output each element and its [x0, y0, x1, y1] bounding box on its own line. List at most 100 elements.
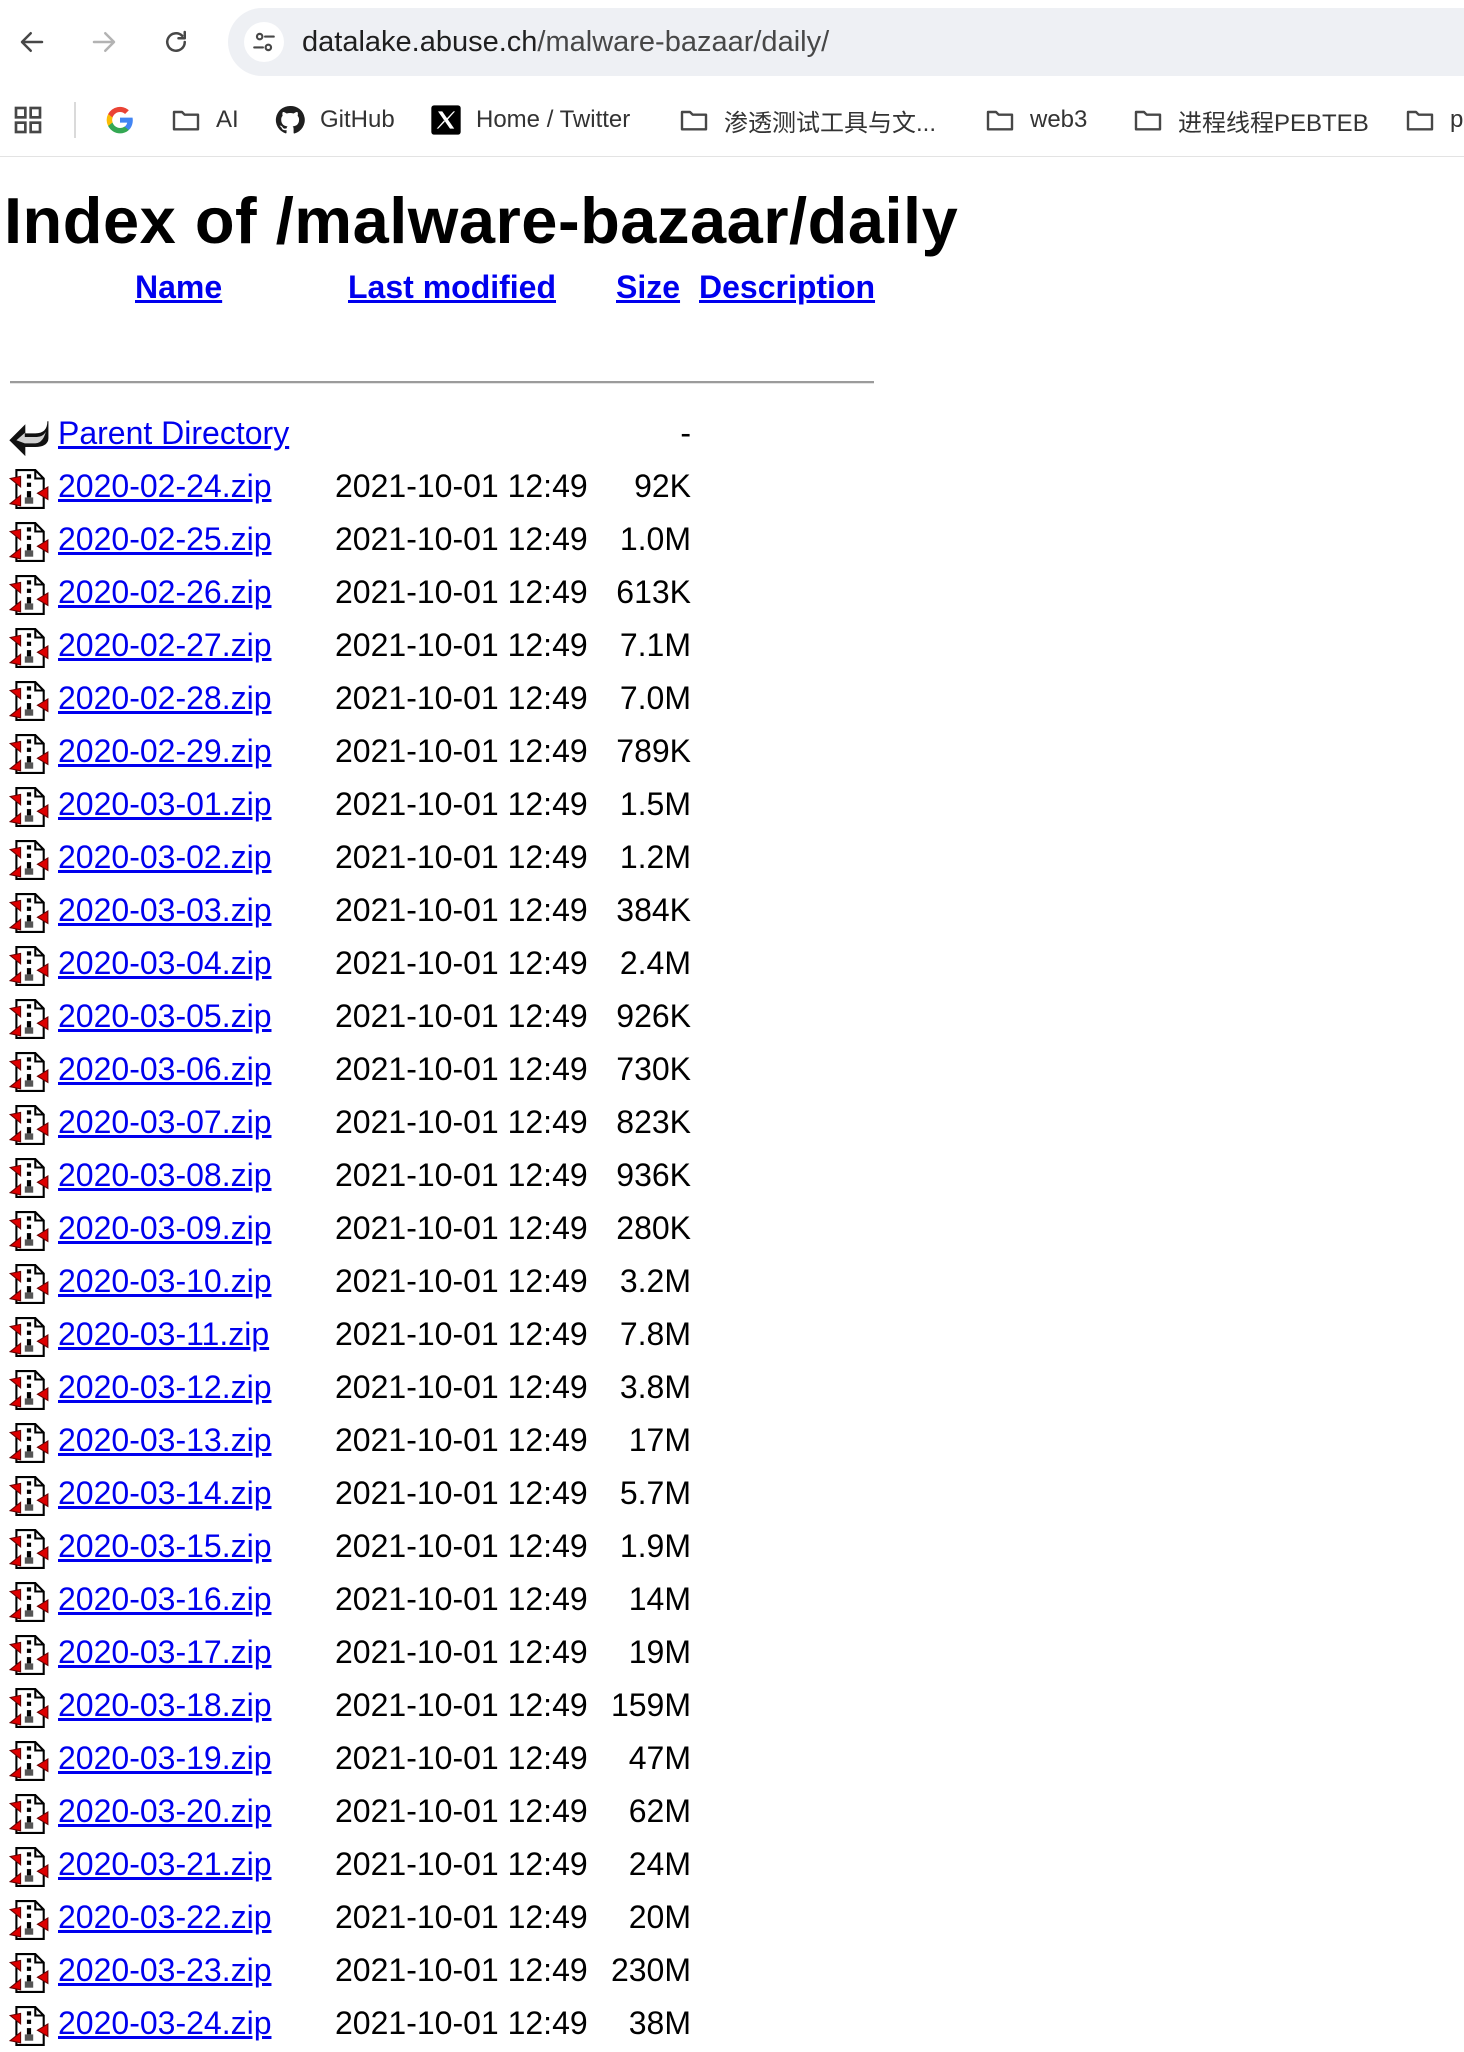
file-modified: 2021-10-01 12:49 — [335, 521, 588, 557]
back-button[interactable] — [10, 20, 54, 64]
file-size: 7.8M — [619, 1316, 691, 1352]
url-path: /malware-bazaar/daily/ — [537, 26, 830, 58]
file-size: 7.0M — [619, 680, 691, 716]
bookmark-twitter[interactable]: Home / Twitter — [430, 84, 630, 156]
file-size: 230M — [610, 1952, 691, 1988]
compressed-file-icon — [8, 469, 49, 509]
bookmark-folder-pentest[interactable]: 渗透测试工具与文... — [678, 84, 936, 156]
file-row: 2020-03-22.zip 2021-10-01 12:49 20M — [0, 1893, 760, 1946]
sort-by-description-link[interactable]: Description — [699, 269, 875, 306]
compressed-file-icon — [8, 1847, 49, 1887]
file-link[interactable]: 2020-03-23.zip — [58, 1952, 271, 1989]
file-link[interactable]: 2020-03-12.zip — [58, 1369, 271, 1406]
compressed-file-icon — [8, 999, 49, 1039]
file-link[interactable]: 2020-03-10.zip — [58, 1263, 271, 1300]
file-size: 24M — [628, 1846, 691, 1882]
file-link[interactable]: 2020-03-15.zip — [58, 1528, 271, 1565]
compressed-file-icon — [8, 1052, 49, 1092]
bookmark-github[interactable]: GitHub — [274, 84, 395, 156]
bookmark-folder-pebteb[interactable]: 进程线程PEBTEB — [1132, 84, 1369, 156]
file-link[interactable]: 2020-03-21.zip — [58, 1846, 271, 1883]
bookmarks-divider — [74, 102, 76, 138]
parent-directory-row: Parent Directory - — [0, 409, 760, 462]
file-link[interactable]: 2020-03-24.zip — [58, 2005, 271, 2042]
file-modified: 2021-10-01 12:49 — [335, 1899, 588, 1935]
forward-button[interactable] — [82, 20, 126, 64]
file-row: 2020-03-11.zip 2021-10-01 12:49 7.8M — [0, 1310, 760, 1363]
file-row: 2020-03-14.zip 2021-10-01 12:49 5.7M — [0, 1469, 760, 1522]
x-icon — [431, 105, 461, 135]
file-link[interactable]: 2020-03-18.zip — [58, 1687, 271, 1724]
file-link[interactable]: 2020-03-07.zip — [58, 1104, 271, 1141]
bookmark-folder-truncated[interactable]: p — [1404, 84, 1463, 156]
compressed-file-icon — [8, 1794, 49, 1834]
file-row: 2020-03-13.zip 2021-10-01 12:49 17M — [0, 1416, 760, 1469]
file-link[interactable]: 2020-02-27.zip — [58, 627, 271, 664]
file-row: 2020-03-05.zip 2021-10-01 12:49 926K — [0, 992, 760, 1045]
address-bar[interactable]: datalake.abuse.ch/malware-bazaar/daily/ — [228, 8, 1464, 76]
file-link[interactable]: 2020-03-09.zip — [58, 1210, 271, 1247]
file-row: 2020-03-04.zip 2021-10-01 12:49 2.4M — [0, 939, 760, 992]
apps-button[interactable] — [12, 84, 58, 156]
reload-button[interactable] — [154, 20, 198, 64]
file-modified: 2021-10-01 12:49 — [335, 1263, 588, 1299]
file-size: 1.5M — [619, 786, 691, 822]
bookmark-folder-web3[interactable]: web3 — [984, 84, 1087, 156]
file-link[interactable]: 2020-02-29.zip — [58, 733, 271, 770]
file-modified: 2021-10-01 12:49 — [335, 574, 588, 610]
bookmark-label: web3 — [1030, 106, 1088, 133]
sort-by-last-modified-link[interactable]: Last modified — [348, 269, 556, 306]
github-icon — [275, 105, 305, 134]
file-modified: 2021-10-01 12:49 — [335, 1316, 588, 1352]
file-link[interactable]: 2020-03-11.zip — [58, 1316, 269, 1353]
page-title: Index of /malware-bazaar/daily — [4, 184, 959, 257]
file-link[interactable]: 2020-03-04.zip — [58, 945, 271, 982]
file-link[interactable]: 2020-03-13.zip — [58, 1422, 271, 1459]
bookmark-folder-ai[interactable]: AI — [170, 84, 239, 156]
compressed-file-icon — [8, 840, 49, 880]
parent-directory-link[interactable]: Parent Directory — [58, 415, 289, 452]
file-link[interactable]: 2020-02-28.zip — [58, 680, 271, 717]
file-size: 38M — [628, 2005, 691, 2041]
file-link[interactable]: 2020-03-20.zip — [58, 1793, 271, 1830]
file-size: 613K — [616, 574, 691, 610]
file-link[interactable]: 2020-03-08.zip — [58, 1157, 271, 1194]
file-row: 2020-03-10.zip 2021-10-01 12:49 3.2M — [0, 1257, 760, 1310]
compressed-file-icon — [8, 1423, 49, 1463]
file-link[interactable]: 2020-02-26.zip — [58, 574, 271, 611]
file-size: 1.2M — [619, 839, 691, 875]
bookmark-label: AI — [216, 106, 239, 133]
file-link[interactable]: 2020-03-17.zip — [58, 1634, 271, 1671]
file-link[interactable]: 2020-02-25.zip — [58, 521, 271, 558]
file-link[interactable]: 2020-03-22.zip — [58, 1899, 271, 1936]
file-link[interactable]: 2020-03-03.zip — [58, 892, 271, 929]
url-text[interactable]: datalake.abuse.ch/malware-bazaar/daily/ — [302, 8, 829, 76]
sort-by-size-link[interactable]: Size — [616, 269, 680, 306]
file-row: 2020-03-24.zip 2021-10-01 12:49 38M — [0, 1999, 760, 2052]
file-modified: 2021-10-01 12:49 — [335, 1104, 588, 1140]
file-link[interactable]: 2020-03-16.zip — [58, 1581, 271, 1618]
sort-by-name-link[interactable]: Name — [135, 269, 222, 306]
file-link[interactable]: 2020-03-05.zip — [58, 998, 271, 1035]
file-link[interactable]: 2020-03-01.zip — [58, 786, 271, 823]
compressed-file-icon — [8, 1582, 49, 1622]
folder-icon — [172, 110, 200, 131]
file-link[interactable]: 2020-03-19.zip — [58, 1740, 271, 1777]
compressed-file-icon — [8, 1635, 49, 1675]
arrow-right-icon — [92, 32, 116, 52]
compressed-file-icon — [8, 1529, 49, 1569]
file-size: 62M — [628, 1793, 691, 1829]
file-modified: 2021-10-01 12:49 — [335, 1952, 588, 1988]
file-modified: 2021-10-01 12:49 — [335, 627, 588, 663]
file-link[interactable]: 2020-03-02.zip — [58, 839, 271, 876]
file-row: 2020-03-23.zip 2021-10-01 12:49 230M — [0, 1946, 760, 1999]
file-link[interactable]: 2020-02-24.zip — [58, 468, 271, 505]
site-info-button[interactable] — [244, 22, 284, 62]
compressed-file-icon — [8, 1953, 49, 1993]
file-size: 730K — [616, 1051, 691, 1087]
file-link[interactable]: 2020-03-14.zip — [58, 1475, 271, 1512]
file-link[interactable]: 2020-03-06.zip — [58, 1051, 271, 1088]
file-size: 823K — [616, 1104, 691, 1140]
file-row: 2020-03-02.zip 2021-10-01 12:49 1.2M — [0, 833, 760, 886]
bookmark-google[interactable] — [104, 84, 150, 156]
